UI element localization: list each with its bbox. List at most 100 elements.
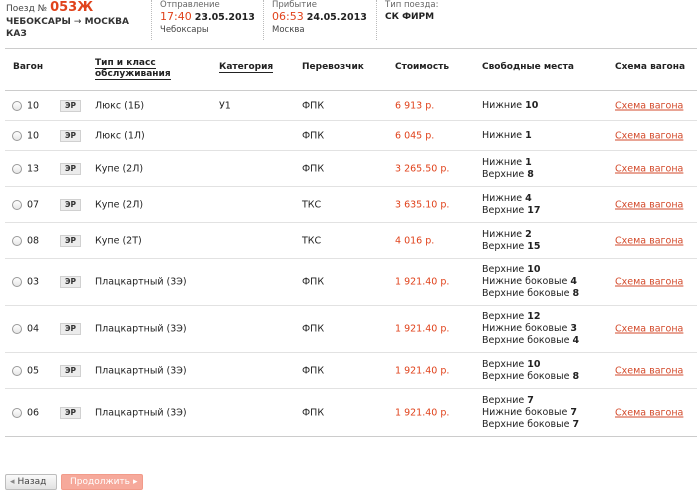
header-price: Стоимость [395,62,450,72]
free-seats: Нижние 1 Верхние 8 [482,157,534,181]
seat-type: Верхние боковые [482,335,570,346]
header-service-type[interactable]: Тип и класс обслуживания [95,58,185,80]
carrier: ФПК [302,365,325,376]
price: 3 635.10 р. [395,199,450,210]
e-registration-badge: ЭР [60,99,82,112]
seat-count: 4 [570,276,577,287]
seat-line: Верхние боковые 8 [482,288,579,300]
train-type-label: Тип поезда: [385,0,439,10]
table-row[interactable]: 06 ЭР Плацкартный (3Э) ФПК 1 921.40 р. Верхни… [5,389,697,436]
seat-type: Верхние [482,168,525,180]
arrow-left-icon: ◂ [10,477,15,487]
wagon-number: 05 [27,365,40,376]
carrier: ФПК [302,407,325,418]
wagon-select-radio[interactable] [12,235,22,246]
table-row[interactable]: 10 ЭР Люкс (1Б) У1 ФПК 6 913 р. Нижние 10 Схема… [5,91,697,121]
carrier: ТКС [302,235,322,246]
seat-line: Нижние 4 [482,193,541,205]
route: ЧЕБОКСАРЫ → МОСКВА КАЗ [6,16,148,40]
seat-type: Нижние [482,99,523,111]
wagon-select-radio[interactable] [12,163,22,174]
wagon-scheme-link[interactable]: Схема вагона [615,365,683,376]
e-registration-badge: ЭР [60,276,82,288]
wagon-number: 03 [27,276,40,288]
seat-count: 1 [525,129,532,141]
route-arrow-icon: → [73,17,82,27]
carrier: ФПК [302,323,325,335]
free-seats: Нижние 10 [482,100,538,112]
table-row[interactable]: 05 ЭР Плацкартный (3Э) ФПК 1 921.40 р. Верхни… [5,353,697,389]
route-from: ЧЕБОКСАРЫ [6,17,71,27]
seat-count: 4 [525,192,532,204]
seat-type: Верхние [482,264,525,275]
wagon-number: 08 [27,235,40,246]
departure-city: Чебоксары [160,25,209,35]
wagon-select-radio[interactable] [12,365,22,376]
seat-type: Нижние [482,192,523,204]
e-registration-badge: ЭР [60,406,82,419]
carrier: ТКС [302,199,322,210]
wagon-number: 04 [27,323,40,335]
table-row[interactable]: 07 ЭР Купе (2Л) ТКС 3 635.10 р. Нижние 4 Верхн… [5,187,697,223]
continue-button[interactable]: Продолжить ▸ [61,474,143,490]
table-row[interactable]: 04 ЭР Плацкартный (3Э) ФПК 1 921.40 р. Верхни… [5,306,697,353]
seat-type: Нижние боковые [482,406,568,418]
wagon-select-radio[interactable] [12,199,22,210]
wagon-scheme-link[interactable]: Схема вагона [615,277,683,288]
free-seats: Нижние 2 Верхние 15 [482,229,541,253]
table-row[interactable]: 13 ЭР Купе (2Л) ФПК 3 265.50 р. Нижние 1 Верхн… [5,151,697,187]
header-category[interactable]: Категория [219,62,274,73]
free-seats: Нижние 4 Верхние 17 [482,193,541,217]
table-row[interactable]: 03 ЭР Плацкартный (3Э) ФПК 1 921.40 р. Верхни… [5,259,697,306]
seat-count: 8 [572,370,580,382]
wagon-scheme-link[interactable]: Схема вагона [615,199,683,210]
service-type: Купе (2Л) [95,199,144,210]
service-type: Купе (2Т) [95,235,142,246]
seat-type: Нижние боковые [482,323,568,334]
category: У1 [219,100,231,111]
seat-line: Нижние боковые 4 [482,276,579,288]
price: 1 921.40 р. [395,365,450,376]
price: 1 921.40 р. [395,323,450,335]
wagon-scheme-link[interactable]: Схема вагона [615,100,683,111]
header-scheme: Схема вагона [615,62,686,72]
free-seats: Верхние 10 Нижние боковые 4 Верхние боковы… [482,264,579,300]
back-button[interactable]: ◂ Назад [5,474,57,490]
wagon-scheme-link[interactable]: Схема вагона [615,407,683,418]
table-body: 10 ЭР Люкс (1Б) У1 ФПК 6 913 р. Нижние 10 Схема… [5,91,697,436]
seat-type: Верхние [482,240,525,252]
wagon-select-radio[interactable] [12,130,22,141]
wagon-number: 13 [27,163,40,174]
wagon-scheme-link[interactable]: Схема вагона [615,130,683,141]
seat-type: Верхние боковые [482,370,570,382]
arrival-info: Прибытие 06:53 24.05.2013 Москва [263,0,373,40]
seat-line: Верхние 10 [482,359,579,371]
service-type: Плацкартный (3Э) [95,365,187,376]
train-type-info: Тип поезда: СК ФИРМ [376,0,496,40]
departure-date: 23.05.2013 [194,12,255,23]
seat-count: 3 [570,323,577,334]
e-registration-badge: ЭР [60,234,82,247]
service-type: Люкс (1Л) [95,130,145,141]
wagon-select-radio[interactable] [12,407,22,418]
seat-line: Верхние боковые 4 [482,335,579,347]
table-row[interactable]: 08 ЭР Купе (2Т) ТКС 4 016 р. Нижние 2 Верхние … [5,223,697,259]
wagon-select-radio[interactable] [12,100,22,111]
wagon-select-radio[interactable] [12,324,22,334]
header-seats: Свободные места [482,62,574,72]
wagon-scheme-link[interactable]: Схема вагона [615,324,683,335]
wagon-select-radio[interactable] [12,277,22,287]
price: 6 913 р. [395,100,435,111]
wagon-scheme-link[interactable]: Схема вагона [615,163,683,174]
seat-line: Верхние 7 [482,395,579,407]
e-registration-badge: ЭР [60,129,82,142]
table-row[interactable]: 10 ЭР Люкс (1Л) ФПК 6 045 р. Нижние 1 Схема ва… [5,121,697,151]
wagon-scheme-link[interactable]: Схема вагона [615,235,683,246]
arrow-right-icon: ▸ [132,477,138,487]
departure-info: Отправление 17:40 23.05.2013 Чебоксары [151,0,261,40]
seat-line: Нижние 2 [482,229,541,241]
seat-line: Верхние 15 [482,241,541,253]
seat-count: 8 [527,168,534,180]
free-seats: Нижние 1 [482,130,532,142]
seat-count: 8 [572,288,580,299]
